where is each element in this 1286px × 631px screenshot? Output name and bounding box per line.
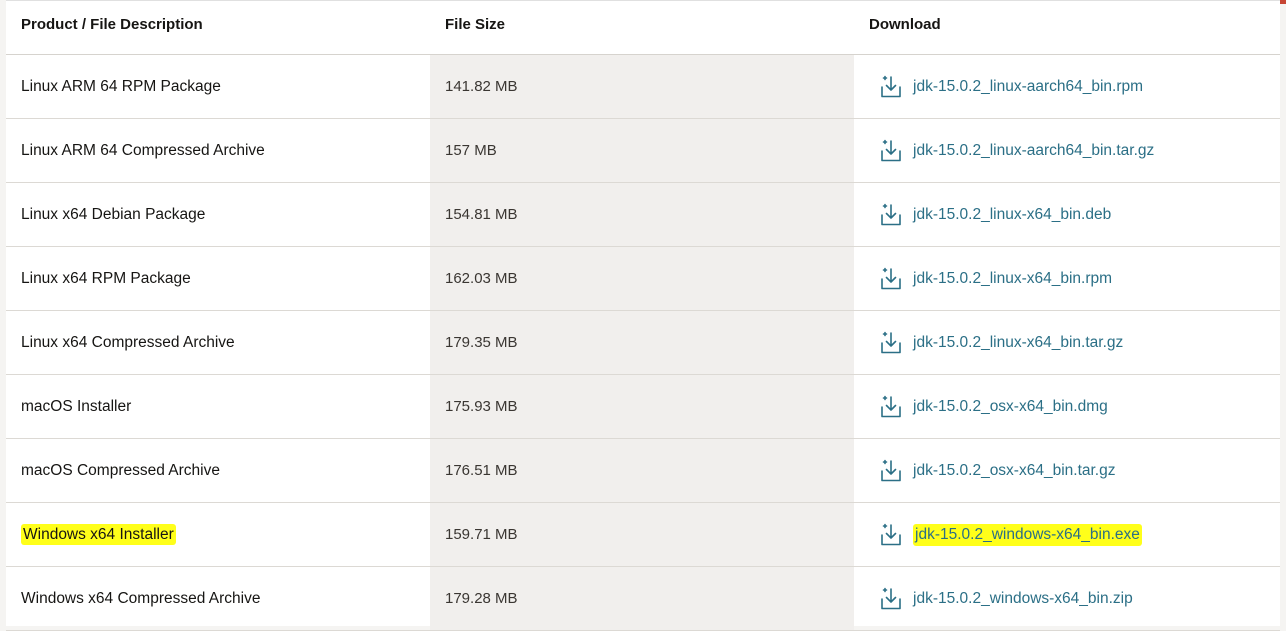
table-row: Linux ARM 64 RPM Package 141.82 MB jdk-15.… [6,54,1280,119]
table-row: macOS Installer 175.93 MB jdk-15.0.2_osx-x… [6,374,1280,439]
download-icon[interactable] [879,202,903,228]
row-description: macOS Installer [21,397,132,415]
row-file-size: 179.35 MB [430,310,854,375]
download-link[interactable]: jdk-15.0.2_osx-x64_bin.dmg [913,398,1108,416]
row-download-cell: jdk-15.0.2_windows-x64_bin.exe [854,502,1280,567]
row-file-size: 175.93 MB [430,374,854,439]
row-description-cell: Linux x64 RPM Package [6,246,430,311]
download-icon[interactable] [879,522,903,548]
row-download-cell: jdk-15.0.2_linux-x64_bin.deb [854,182,1280,247]
row-description-cell: macOS Compressed Archive [6,438,430,503]
row-file-size: 179.28 MB [430,566,854,631]
row-description: macOS Compressed Archive [21,461,220,479]
download-table: Product / File Description File Size Dow… [6,1,1280,631]
row-file-size: 154.81 MB [430,182,854,247]
download-table-container: Product / File Description File Size Dow… [6,0,1280,631]
row-description: Linux ARM 64 RPM Package [21,77,221,95]
download-icon[interactable] [879,138,903,164]
row-file-size: 157 MB [430,118,854,183]
download-link[interactable]: jdk-15.0.2_linux-x64_bin.deb [913,206,1111,224]
download-icon[interactable] [879,394,903,420]
download-link-wrapper: jdk-15.0.2_linux-x64_bin.deb [869,202,1280,228]
download-link[interactable]: jdk-15.0.2_linux-x64_bin.rpm [913,270,1112,288]
download-link-wrapper: jdk-15.0.2_linux-aarch64_bin.rpm [869,74,1280,100]
download-link[interactable]: jdk-15.0.2_osx-x64_bin.tar.gz [913,462,1115,480]
row-description-cell: Windows x64 Installer [6,502,430,567]
table-header-row: Product / File Description File Size Dow… [6,1,1280,55]
row-description: Linux ARM 64 Compressed Archive [21,141,265,159]
row-description: Windows x64 Compressed Archive [21,589,261,607]
row-description-cell: Linux x64 Debian Package [6,182,430,247]
download-link-wrapper: jdk-15.0.2_windows-x64_bin.exe [869,522,1280,548]
download-icon[interactable] [879,330,903,356]
row-file-size: 159.71 MB [430,502,854,567]
row-description-cell: Linux x64 Compressed Archive [6,310,430,375]
row-description-cell: Linux ARM 64 RPM Package [6,54,430,119]
header-file-size: File Size [430,1,854,55]
table-row: Linux x64 Compressed Archive 179.35 MB jdk… [6,310,1280,375]
download-link-wrapper: jdk-15.0.2_osx-x64_bin.dmg [869,394,1280,420]
header-download: Download [854,1,1280,55]
row-download-cell: jdk-15.0.2_linux-x64_bin.rpm [854,246,1280,311]
row-download-cell: jdk-15.0.2_osx-x64_bin.dmg [854,374,1280,439]
row-download-cell: jdk-15.0.2_linux-x64_bin.tar.gz [854,310,1280,375]
row-download-cell: jdk-15.0.2_osx-x64_bin.tar.gz [854,438,1280,503]
row-download-cell: jdk-15.0.2_linux-aarch64_bin.tar.gz [854,118,1280,183]
row-file-size: 141.82 MB [430,54,854,119]
download-link-wrapper: jdk-15.0.2_linux-x64_bin.rpm [869,266,1280,292]
download-icon[interactable] [879,586,903,612]
row-description-cell: Windows x64 Compressed Archive [6,566,430,631]
row-description-cell: Linux ARM 64 Compressed Archive [6,118,430,183]
table-row: Windows x64 Compressed Archive 179.28 MB j… [6,566,1280,631]
download-link[interactable]: jdk-15.0.2_linux-aarch64_bin.rpm [913,78,1143,96]
download-link[interactable]: jdk-15.0.2_linux-aarch64_bin.tar.gz [913,142,1154,160]
row-download-cell: jdk-15.0.2_windows-x64_bin.zip [854,566,1280,631]
row-description: Windows x64 Installer [21,523,176,545]
row-description: Linux x64 RPM Package [21,269,191,287]
row-file-size: 162.03 MB [430,246,854,311]
table-row: macOS Compressed Archive 176.51 MB jdk-15.… [6,438,1280,503]
row-description: Linux x64 Debian Package [21,205,206,223]
row-file-size: 176.51 MB [430,438,854,503]
row-download-cell: jdk-15.0.2_linux-aarch64_bin.rpm [854,54,1280,119]
download-link-wrapper: jdk-15.0.2_linux-aarch64_bin.tar.gz [869,138,1280,164]
download-link[interactable]: jdk-15.0.2_linux-x64_bin.tar.gz [913,334,1123,352]
page: Product / File Description File Size Dow… [0,0,1286,631]
download-link-wrapper: jdk-15.0.2_windows-x64_bin.zip [869,586,1280,612]
table-row: Windows x64 Installer 159.71 MB jdk-15.0.2… [6,502,1280,567]
download-link[interactable]: jdk-15.0.2_windows-x64_bin.zip [913,590,1133,608]
download-link-wrapper: jdk-15.0.2_osx-x64_bin.tar.gz [869,458,1280,484]
table-row: Linux ARM 64 Compressed Archive 157 MB jdk… [6,118,1280,183]
table-row: Linux x64 RPM Package 162.03 MB jdk-15.0.2… [6,246,1280,311]
table-row: Linux x64 Debian Package 154.81 MB jdk-15.… [6,182,1280,247]
download-icon[interactable] [879,74,903,100]
download-link-wrapper: jdk-15.0.2_linux-x64_bin.tar.gz [869,330,1280,356]
row-description-cell: macOS Installer [6,374,430,439]
download-icon[interactable] [879,458,903,484]
header-description: Product / File Description [6,1,430,55]
download-link[interactable]: jdk-15.0.2_windows-x64_bin.exe [913,523,1142,546]
download-icon[interactable] [879,266,903,292]
row-description: Linux x64 Compressed Archive [21,333,235,351]
